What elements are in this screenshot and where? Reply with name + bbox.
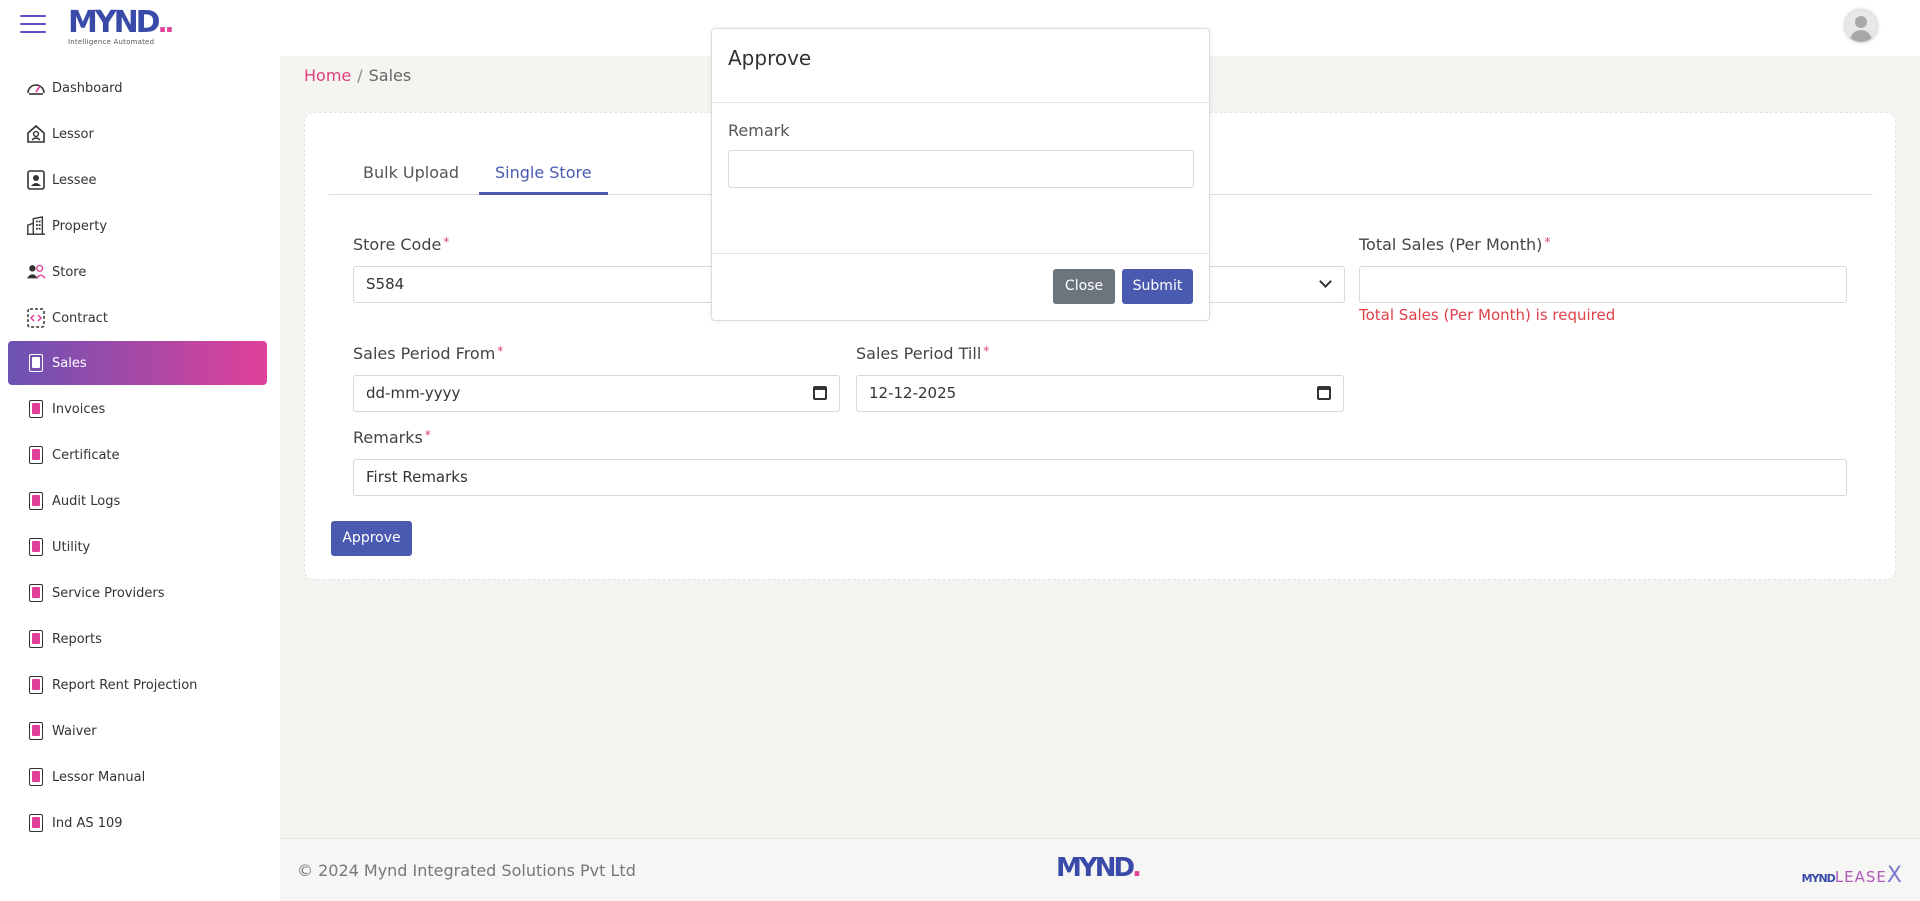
sidebar-item-audit-logs[interactable]: Audit Logs xyxy=(8,479,267,523)
sidebar-item-lessor[interactable]: Lessor xyxy=(8,112,267,156)
sidebar-item-label: Waiver xyxy=(52,723,97,739)
lessor-icon xyxy=(26,124,46,144)
sidebar: Dashboard Lessor Lessee Property Store C… xyxy=(0,56,280,901)
approve-modal: Approve Remark Close Submit xyxy=(711,28,1210,321)
sidebar-item-utility[interactable]: Utility xyxy=(8,525,267,569)
sidebar-item-invoices[interactable]: Invoices xyxy=(8,387,267,431)
store-code-label: Store Code * xyxy=(353,235,450,254)
document-icon xyxy=(26,721,46,741)
sidebar-item-service-providers[interactable]: Service Providers xyxy=(8,571,267,615)
document-icon xyxy=(26,583,46,603)
modal-divider xyxy=(712,253,1209,254)
sidebar-item-report-rent-projection[interactable]: Report Rent Projection xyxy=(8,663,267,707)
hamburger-menu-icon[interactable] xyxy=(20,15,46,35)
contract-icon xyxy=(26,308,46,328)
sidebar-item-label: Dashboard xyxy=(52,80,123,96)
sidebar-item-label: Lessee xyxy=(52,172,97,188)
sidebar-item-label: Utility xyxy=(52,539,91,555)
sidebar-item-waiver[interactable]: Waiver xyxy=(8,709,267,753)
tab-single-store[interactable]: Single Store xyxy=(479,153,608,195)
sidebar-item-label: Report Rent Projection xyxy=(52,677,198,693)
document-icon xyxy=(26,399,46,419)
submit-button[interactable]: Submit xyxy=(1122,269,1193,304)
breadcrumb-current: Sales xyxy=(368,66,412,85)
copyright-text: © 2024 Mynd Integrated Solutions Pvt Ltd xyxy=(297,861,636,880)
sidebar-item-label: Store xyxy=(52,264,87,280)
document-icon xyxy=(26,675,46,695)
sidebar-item-label: Certificate xyxy=(52,447,120,463)
sidebar-item-label: Lessor xyxy=(52,126,94,142)
sidebar-item-store[interactable]: Store xyxy=(8,250,267,294)
document-icon xyxy=(26,537,46,557)
document-icon xyxy=(26,445,46,465)
period-till-label: Sales Period Till * xyxy=(856,344,990,363)
total-sales-error: Total Sales (Per Month) is required xyxy=(1359,306,1616,324)
chevron-down-icon xyxy=(1319,275,1332,288)
document-icon xyxy=(26,813,46,833)
sidebar-item-label: Reports xyxy=(52,631,102,647)
footer: © 2024 Mynd Integrated Solutions Pvt Ltd… xyxy=(280,838,1920,901)
document-icon xyxy=(26,491,46,511)
document-icon xyxy=(26,767,46,787)
sidebar-item-lessee[interactable]: Lessee xyxy=(8,158,267,202)
sidebar-item-certificate[interactable]: Certificate xyxy=(8,433,267,477)
document-icon xyxy=(26,629,46,649)
total-sales-label: Total Sales (Per Month) * xyxy=(1359,235,1551,254)
breadcrumb-separator: / xyxy=(357,66,363,85)
close-button[interactable]: Close xyxy=(1053,269,1115,304)
calendar-icon[interactable] xyxy=(813,386,827,400)
dashboard-icon xyxy=(26,78,46,98)
breadcrumb: Home / Sales xyxy=(304,66,411,85)
sidebar-item-label: Audit Logs xyxy=(52,493,121,509)
tab-bulk-upload[interactable]: Bulk Upload xyxy=(347,153,475,195)
sidebar-item-dashboard[interactable]: Dashboard xyxy=(8,66,267,110)
sidebar-item-sales[interactable]: Sales xyxy=(8,341,267,385)
sidebar-item-contract[interactable]: Contract xyxy=(8,296,267,340)
sidebar-item-label: Lessor Manual xyxy=(52,769,146,785)
sidebar-item-ind-as-109[interactable]: Ind AS 109 xyxy=(8,801,267,845)
sidebar-item-label: Invoices xyxy=(52,401,106,417)
period-till-date-input[interactable]: 12-12-2025 xyxy=(856,375,1344,412)
footer-mynd-logo: MYND. xyxy=(1056,853,1142,883)
document-icon xyxy=(26,353,46,373)
modal-title: Approve xyxy=(728,46,812,70)
sidebar-item-label: Ind AS 109 xyxy=(52,815,123,831)
mynd-logo[interactable]: MYND.. Intelligence Automated xyxy=(68,7,174,47)
sidebar-item-label: Contract xyxy=(52,310,108,326)
sidebar-item-label: Service Providers xyxy=(52,585,165,601)
sidebar-item-label: Sales xyxy=(52,355,87,371)
lessee-icon xyxy=(26,170,46,190)
modal-divider xyxy=(712,102,1209,103)
remark-input[interactable] xyxy=(728,150,1194,188)
calendar-icon[interactable] xyxy=(1317,386,1331,400)
period-from-label: Sales Period From * xyxy=(353,344,504,363)
total-sales-input[interactable] xyxy=(1359,266,1847,303)
sidebar-item-property[interactable]: Property xyxy=(8,204,267,248)
breadcrumb-home-link[interactable]: Home xyxy=(304,66,351,85)
building-icon xyxy=(26,216,46,236)
remarks-input[interactable]: First Remarks xyxy=(353,459,1847,496)
sidebar-item-reports[interactable]: Reports xyxy=(8,617,267,661)
approve-button[interactable]: Approve xyxy=(331,521,412,556)
remarks-label: Remarks * xyxy=(353,428,431,447)
mynd-leasex-logo: MYNDLEASEX xyxy=(1801,863,1902,888)
period-from-date-input[interactable]: dd-mm-yyyy xyxy=(353,375,840,412)
remark-label: Remark xyxy=(728,121,790,140)
sidebar-item-lessor-manual[interactable]: Lessor Manual xyxy=(8,755,267,799)
sidebar-item-label: Property xyxy=(52,218,108,234)
users-icon xyxy=(26,262,46,282)
user-avatar-icon[interactable] xyxy=(1845,10,1877,42)
